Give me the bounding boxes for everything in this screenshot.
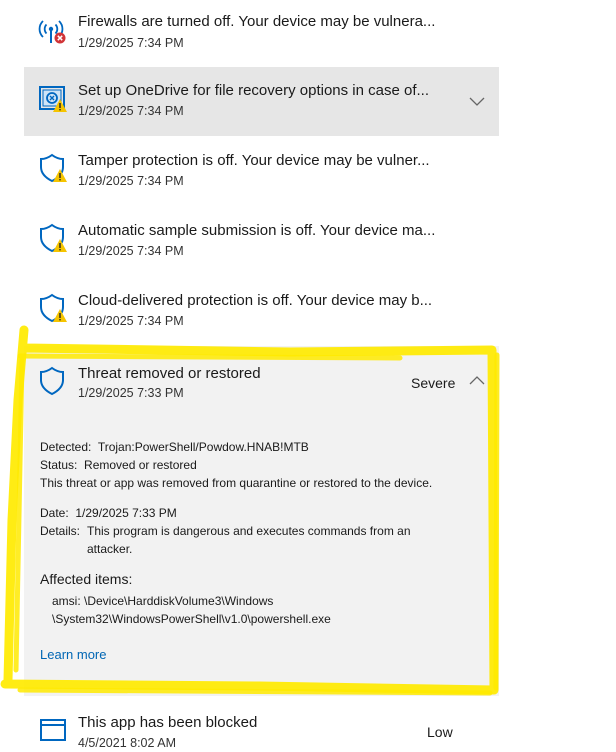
notification-item-cloud-protection[interactable]: Cloud-delivered protection is off. Your … <box>24 277 499 343</box>
details-value-line1: This program is dangerous and executes c… <box>87 524 411 538</box>
detected-value: Trojan:PowerShell/Powdow.HNAB!MTB <box>97 440 309 454</box>
severity-label: Severe <box>411 375 456 391</box>
affected-items-heading: Affected items: <box>40 571 133 587</box>
notification-title: This app has been blocked <box>78 714 258 731</box>
notification-time: 1/29/2025 7:34 PM <box>78 314 184 328</box>
notification-time: 4/5/2021 8:02 AM <box>78 736 176 750</box>
shield-icon <box>38 366 68 396</box>
learn-more-link[interactable]: Learn more <box>40 647 106 662</box>
notification-item-tamper-protection[interactable]: Tamper protection is off. Your device ma… <box>24 137 499 203</box>
notification-time: 1/29/2025 7:34 PM <box>78 174 184 188</box>
notification-title: Set up OneDrive for file recovery option… <box>78 82 429 99</box>
notification-time: 1/29/2025 7:33 PM <box>78 386 184 400</box>
severity-label: Low <box>427 724 453 740</box>
status-row: Status: Removed or restored <box>40 458 197 472</box>
affected-item-line1: amsi: \Device\HarddiskVolume3\Windows <box>52 594 274 608</box>
onedrive-warning-icon <box>38 83 68 113</box>
notification-title: Cloud-delivered protection is off. Your … <box>78 292 433 309</box>
detected-row: Detected: Trojan:PowerShell/Powdow.HNAB!… <box>40 440 309 454</box>
firewall-error-icon <box>38 16 68 46</box>
date-value: 1/29/2025 7:33 PM <box>75 506 177 520</box>
notification-time: 1/29/2025 7:34 PM <box>78 244 184 258</box>
affected-item-line2: \System32\WindowsPowerShell\v1.0\powersh… <box>52 612 331 626</box>
details-value-line2: attacker. <box>87 542 133 556</box>
notification-item-threat[interactable]: Threat removed or restored 1/29/2025 7:3… <box>24 346 499 696</box>
shield-warning-icon <box>38 293 68 323</box>
notification-time: 1/29/2025 7:34 PM <box>78 36 184 50</box>
details-label: Details: <box>40 524 81 538</box>
date-label: Date: <box>40 506 69 520</box>
status-value: Removed or restored <box>84 458 197 472</box>
shield-warning-icon <box>38 223 68 253</box>
notification-title: Tamper protection is off. Your device ma… <box>78 152 430 169</box>
chevron-up-icon[interactable] <box>469 375 485 387</box>
date-row: Date: 1/29/2025 7:33 PM <box>40 506 177 520</box>
notification-item-firewall[interactable]: Firewalls are turned off. Your device ma… <box>24 0 499 66</box>
notification-title: Automatic sample submission is off. Your… <box>78 222 436 239</box>
status-description: This threat or app was removed from quar… <box>40 476 433 490</box>
notification-title: Firewalls are turned off. Your device ma… <box>78 13 436 30</box>
notification-item-onedrive[interactable]: Set up OneDrive for file recovery option… <box>24 67 499 136</box>
app-window-icon <box>38 716 68 746</box>
notification-time: 1/29/2025 7:34 PM <box>78 104 184 118</box>
notification-title: Threat removed or restored <box>78 365 261 382</box>
status-label: Status: <box>40 458 78 472</box>
notification-item-app-blocked[interactable]: This app has been blocked 4/5/2021 8:02 … <box>24 698 499 752</box>
detected-label: Detected: <box>40 440 92 454</box>
shield-warning-icon <box>38 153 68 183</box>
notification-item-sample-submission[interactable]: Automatic sample submission is off. Your… <box>24 207 499 273</box>
chevron-down-icon[interactable] <box>469 95 485 107</box>
